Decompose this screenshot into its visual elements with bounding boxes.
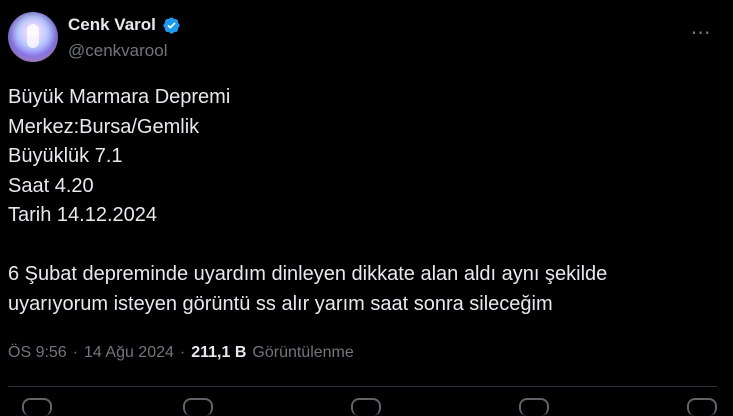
bookmark-icon[interactable] xyxy=(519,398,549,416)
share-icon[interactable] xyxy=(687,398,717,416)
meta-separator: · xyxy=(179,344,186,361)
repost-icon[interactable] xyxy=(183,398,213,416)
like-icon[interactable] xyxy=(351,398,381,416)
author-display-name[interactable]: Cenk Varol xyxy=(68,15,156,35)
views-label: Görüntülenme xyxy=(252,344,354,361)
author-handle[interactable]: @cenkvarool xyxy=(68,41,167,61)
avatar[interactable] xyxy=(8,12,58,62)
tweet-time[interactable]: ÖS 9:56 xyxy=(8,343,67,363)
tweet-header: Cenk Varol @cenkvarool ⋯ xyxy=(8,12,725,64)
author-name-row: Cenk Varol xyxy=(68,15,181,35)
reply-icon[interactable] xyxy=(22,398,52,416)
more-horizontal-icon[interactable]: ⋯ xyxy=(687,22,715,44)
divider xyxy=(8,386,717,387)
tweet-text: Büyük Marmara Depremi Merkez:Bursa/Gemli… xyxy=(8,86,608,315)
tweet-metadata: ÖS 9:56 · 14 Ağu 2024 · 211,1 B Görüntül… xyxy=(8,343,354,363)
tweet-actions xyxy=(8,392,717,416)
tweet-date[interactable]: 14 Ağu 2024 xyxy=(84,343,174,363)
meta-separator: · xyxy=(72,344,79,361)
views-count: 211,1 B xyxy=(191,344,247,361)
verified-badge-icon xyxy=(162,16,181,35)
